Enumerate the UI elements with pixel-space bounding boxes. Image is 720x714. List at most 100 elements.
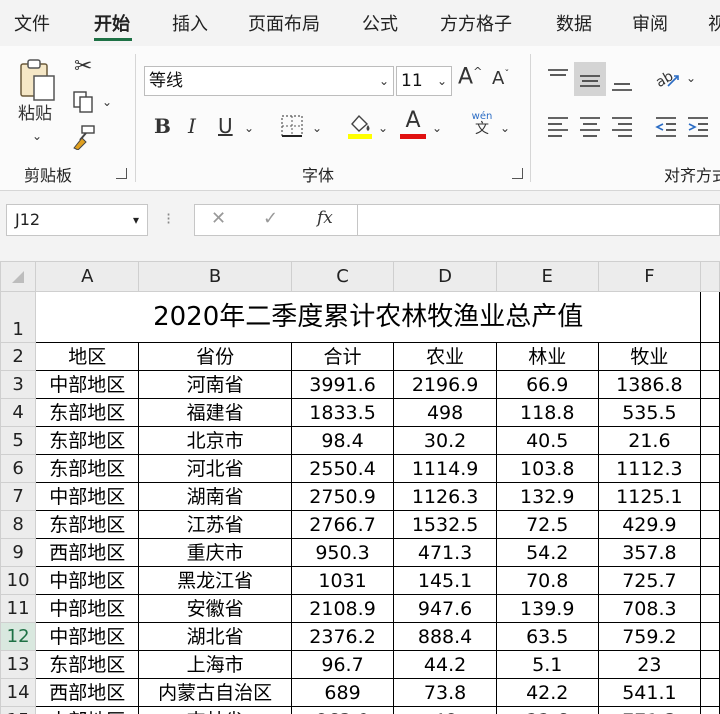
name-box[interactable]: J12 ▾ <box>6 204 148 236</box>
header-cell-forestry[interactable]: 林业 <box>495 342 599 371</box>
cell-agriculture[interactable]: 1532.5 <box>393 510 497 539</box>
cell-husbandry[interactable]: 21.6 <box>597 426 702 455</box>
insert-function-icon[interactable]: fx <box>317 210 333 227</box>
row-header[interactable]: 12 <box>0 622 37 651</box>
cell-husbandry[interactable]: 429.9 <box>597 510 702 539</box>
cell-total[interactable]: 950.3 <box>290 538 395 567</box>
row-header[interactable]: 4 <box>0 398 37 427</box>
cell-province[interactable]: 重庆市 <box>138 538 292 567</box>
cell-region[interactable]: 东部地区 <box>35 650 140 679</box>
tab-data[interactable]: 数据 <box>556 10 592 36</box>
cell-agriculture[interactable]: 30.2 <box>393 426 497 455</box>
column-header-b[interactable]: B <box>138 261 292 292</box>
row-header[interactable]: 15 <box>0 706 37 714</box>
tab-view[interactable]: 视 <box>708 10 720 36</box>
cell[interactable] <box>700 678 720 707</box>
cell-agriculture[interactable]: 44.2 <box>393 650 497 679</box>
cell[interactable] <box>700 622 720 651</box>
cell-agriculture[interactable]: 73.8 <box>393 678 497 707</box>
column-header-f[interactable]: F <box>597 261 702 292</box>
cell-region[interactable]: 西部地区 <box>35 678 140 707</box>
font-color-dropdown-icon[interactable]: ⌄ <box>432 122 442 134</box>
row-header[interactable]: 6 <box>0 454 37 483</box>
cell-region[interactable]: 西部地区 <box>35 538 140 567</box>
row-header[interactable]: 7 <box>0 482 37 511</box>
cell-province[interactable]: 江苏省 <box>138 510 292 539</box>
select-all-corner[interactable] <box>0 261 37 292</box>
align-middle-icon[interactable] <box>578 68 602 95</box>
cell-region[interactable]: 中部地区 <box>35 482 140 511</box>
cell-total[interactable]: 2108.9 <box>290 594 395 623</box>
paste-dropdown-icon[interactable]: ⌄ <box>32 130 42 142</box>
grow-font-icon[interactable]: A^ <box>458 66 482 88</box>
cell-agriculture[interactable]: 498 <box>393 398 497 427</box>
cell[interactable] <box>700 398 720 427</box>
fill-color-dropdown-icon[interactable]: ⌄ <box>378 122 388 134</box>
cell-region[interactable]: 中部地区 <box>35 566 140 595</box>
font-size-select[interactable]: 11 ⌄ <box>396 66 452 96</box>
cell-forestry[interactable]: 5.1 <box>495 650 599 679</box>
row-header[interactable]: 10 <box>0 566 37 595</box>
cell[interactable] <box>700 370 720 399</box>
cell-agriculture[interactable]: 888.4 <box>393 622 497 651</box>
cell-total[interactable]: 2376.2 <box>290 622 395 651</box>
cell-province[interactable]: 内蒙古自治区 <box>138 678 292 707</box>
cell-total[interactable]: 2750.9 <box>290 482 395 511</box>
cell-province[interactable]: 安徽省 <box>138 594 292 623</box>
tab-insert[interactable]: 插入 <box>172 10 208 36</box>
row-header[interactable]: 9 <box>0 538 37 567</box>
row-header[interactable]: 13 <box>0 650 37 679</box>
tab-fangfang[interactable]: 方方格子 <box>440 10 512 36</box>
column-header-e[interactable]: E <box>495 261 599 292</box>
border-icon[interactable] <box>280 114 304 141</box>
tab-file[interactable]: 文件 <box>14 10 50 36</box>
header-cell-total[interactable]: 合计 <box>290 342 395 371</box>
cell-husbandry[interactable]: 708.3 <box>597 594 702 623</box>
cell-province[interactable]: 北京市 <box>138 426 292 455</box>
tab-review[interactable]: 审阅 <box>632 10 668 36</box>
row-header[interactable]: 8 <box>0 510 37 539</box>
row-header[interactable]: 11 <box>0 594 37 623</box>
sheet-title-cell[interactable]: 2020年二季度累计农林牧渔业总产值 <box>35 291 702 343</box>
cell-agriculture[interactable]: 1114.9 <box>393 454 497 483</box>
cell-forestry[interactable]: 66.9 <box>495 370 599 399</box>
cell[interactable] <box>700 342 720 371</box>
row-header[interactable]: 1 <box>0 291 37 343</box>
orientation-icon[interactable]: ab <box>653 66 682 93</box>
formula-input[interactable] <box>358 204 720 236</box>
cell-agriculture[interactable]: 145.1 <box>393 566 497 595</box>
cell-region[interactable]: 中部地区 <box>35 706 140 714</box>
cell-forestry[interactable]: 70.8 <box>495 566 599 595</box>
tab-page-layout[interactable]: 页面布局 <box>248 10 320 36</box>
cell-forestry[interactable]: 40.5 <box>495 426 599 455</box>
underline-icon[interactable]: U <box>218 116 233 136</box>
format-painter-icon[interactable] <box>72 124 98 153</box>
align-center-icon[interactable] <box>578 114 602 141</box>
cell-total[interactable]: 1031 <box>290 566 395 595</box>
cell-agriculture[interactable]: 1126.3 <box>393 482 497 511</box>
cell-agriculture[interactable]: 947.6 <box>393 594 497 623</box>
cell[interactable] <box>700 594 720 623</box>
cell[interactable] <box>700 482 720 511</box>
cell-forestry[interactable]: 132.9 <box>495 482 599 511</box>
cell-region[interactable]: 中部地区 <box>35 370 140 399</box>
column-header-d[interactable]: D <box>393 261 497 292</box>
align-right-icon[interactable] <box>610 114 634 141</box>
cell-agriculture[interactable]: 471.3 <box>393 538 497 567</box>
worksheet-grid[interactable]: A B C D E F 1 2020年二季度累计农林牧渔业总产值 2 地区 省份… <box>0 261 720 714</box>
font-name-select[interactable]: 等线 ⌄ <box>144 66 394 96</box>
tab-formulas[interactable]: 公式 <box>362 10 398 36</box>
header-cell-agriculture[interactable]: 农业 <box>393 342 497 371</box>
cell-total[interactable]: 863.9 <box>290 706 395 714</box>
tab-home[interactable]: 开始 <box>94 10 130 36</box>
cell-husbandry[interactable]: 541.1 <box>597 678 702 707</box>
cell-province[interactable]: 湖南省 <box>138 482 292 511</box>
row-header[interactable]: 2 <box>0 342 37 371</box>
cell-forestry[interactable]: 72.5 <box>495 510 599 539</box>
header-cell-province[interactable]: 省份 <box>138 342 292 371</box>
column-header-a[interactable]: A <box>35 261 140 292</box>
font-color-icon[interactable]: A <box>400 110 426 139</box>
cell-husbandry[interactable]: 1386.8 <box>597 370 702 399</box>
confirm-icon[interactable]: ✓ <box>263 210 278 228</box>
cut-icon[interactable]: ✂ <box>74 56 92 78</box>
